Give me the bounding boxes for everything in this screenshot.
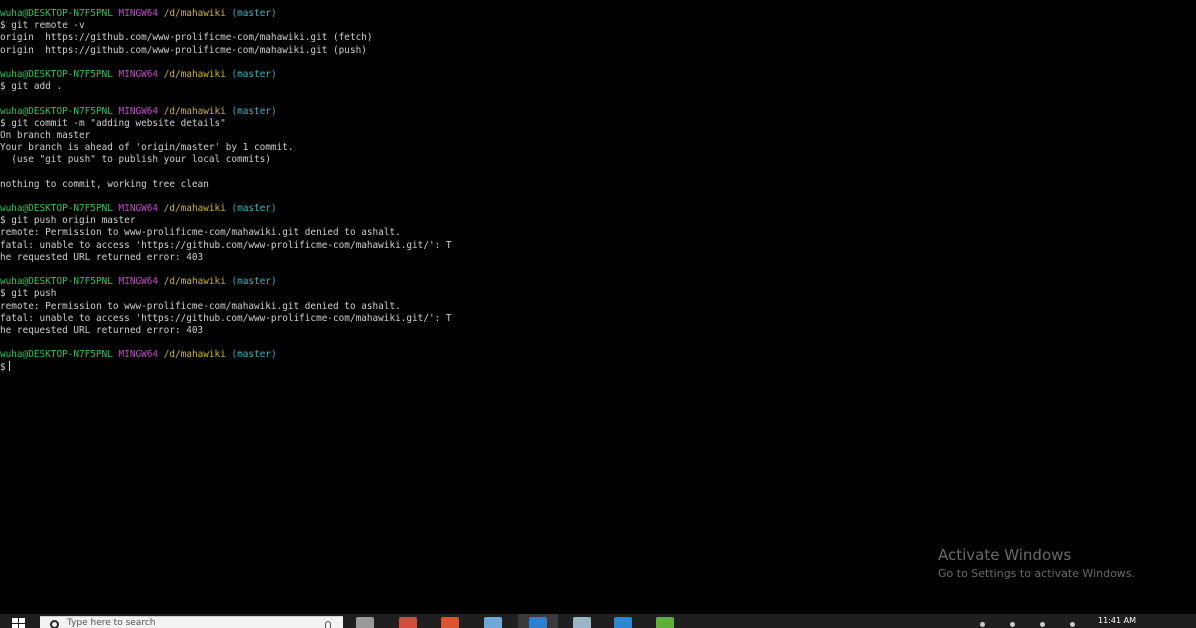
prompt-branch: (master) xyxy=(231,105,277,117)
search-placeholder: Type here to search xyxy=(67,618,156,628)
output-line: origin https://github.com/www-prolificme… xyxy=(0,44,367,56)
prompt-symbol: $ xyxy=(0,362,6,374)
prompt-line: wuha@DESKTOP-N7F5PNL MINGW64 /d/mahawiki… xyxy=(0,69,1196,81)
prompt-branch: (master) xyxy=(231,349,277,361)
explorer-icon[interactable] xyxy=(573,617,591,628)
prompt-user: wuha@DESKTOP-N7F5PNL xyxy=(0,203,113,214)
network-icon[interactable] xyxy=(1010,622,1015,627)
output-line: he requested URL returned error: 403 xyxy=(0,324,204,336)
output-line: $ git commit -m "adding website details" xyxy=(0,117,226,129)
office-icon[interactable] xyxy=(441,617,459,628)
prompt-line: wuha@DESKTOP-N7F5PNL MINGW64 /d/mahawiki… xyxy=(0,203,1196,215)
prompt-system: MINGW64 xyxy=(118,8,159,19)
prompt-user: wuha@DESKTOP-N7F5PNL xyxy=(0,105,113,117)
prompt-path: /d/mahawiki xyxy=(163,276,226,288)
prompt-line: wuha@DESKTOP-N7F5PNL MINGW64 /d/mahawiki… xyxy=(0,276,1196,288)
output-line: remote: Permission to www-prolificme-com… xyxy=(0,300,401,312)
app-green-icon[interactable] xyxy=(656,617,674,628)
output-line: $ git push xyxy=(0,288,57,300)
output-line: fatal: unable to access 'https://github.… xyxy=(0,239,452,251)
prompt-path: /d/mahawiki xyxy=(163,105,226,117)
start-button[interactable] xyxy=(12,618,26,628)
prompt-line: wuha@DESKTOP-N7F5PNL MINGW64 /d/mahawiki… xyxy=(0,8,1196,20)
desktop-screen: wuha@DESKTOP-N7F5PNL MINGW64 /d/mahawiki… xyxy=(0,0,1196,628)
output-line: Your branch is ahead of 'origin/master' … xyxy=(0,142,294,154)
prompt-system: MINGW64 xyxy=(118,68,159,80)
watermark-title: Activate Windows xyxy=(938,546,1072,564)
taskbar-search-box[interactable]: Type here to search xyxy=(40,616,343,628)
prompt-branch: (master) xyxy=(231,276,277,288)
prompt-line: wuha@DESKTOP-N7F5PNL MINGW64 /d/mahawiki… xyxy=(0,106,1196,118)
output-line: $ git add . xyxy=(0,81,63,93)
prompt-branch: (master) xyxy=(231,203,277,214)
output-line: origin https://github.com/www-prolificme… xyxy=(0,32,373,44)
prompt-branch: (master) xyxy=(231,8,277,19)
activate-windows-watermark: Activate Windows Go to Settings to activ… xyxy=(938,545,1135,583)
text-cursor xyxy=(8,361,10,372)
git-bash-terminal[interactable]: wuha@DESKTOP-N7F5PNL MINGW64 /d/mahawiki… xyxy=(0,8,1196,614)
output-line: $ git remote -v xyxy=(0,20,85,32)
language-icon[interactable] xyxy=(1070,622,1075,627)
windows-taskbar: Type here to search 11:41 AM xyxy=(0,614,1196,628)
prompt-path: /d/mahawiki xyxy=(163,8,226,19)
edge-icon[interactable] xyxy=(529,617,547,628)
prompt-system: MINGW64 xyxy=(118,276,159,288)
prompt-path: /d/mahawiki xyxy=(163,203,226,214)
chrome-icon[interactable] xyxy=(399,617,417,628)
output-line: On branch master xyxy=(0,129,91,141)
vscode-icon[interactable] xyxy=(614,617,632,628)
prompt-system: MINGW64 xyxy=(118,349,159,361)
prompt-user: wuha@DESKTOP-N7F5PNL xyxy=(0,8,113,19)
volume-icon[interactable] xyxy=(1040,622,1045,627)
search-icon xyxy=(50,620,59,628)
task-view-icon[interactable] xyxy=(356,617,374,628)
windows-logo-icon xyxy=(12,618,18,623)
system-tray: 11:41 AM xyxy=(960,616,1196,628)
prompt-line: wuha@DESKTOP-N7F5PNL MINGW64 /d/mahawiki… xyxy=(0,349,1196,361)
prompt-path: /d/mahawiki xyxy=(163,349,226,361)
tray-chevron-icon[interactable] xyxy=(980,622,985,627)
prompt-user: wuha@DESKTOP-N7F5PNL xyxy=(0,276,113,288)
microphone-icon[interactable] xyxy=(325,621,331,628)
output-line: fatal: unable to access 'https://github.… xyxy=(0,312,452,324)
prompt-system: MINGW64 xyxy=(118,105,159,117)
command-input-line[interactable]: $ xyxy=(0,361,1196,373)
git-bash-icon[interactable] xyxy=(484,617,502,628)
output-line: remote: Permission to www-prolificme-com… xyxy=(0,227,401,239)
watermark-subtitle: Go to Settings to activate Windows. xyxy=(938,567,1136,580)
prompt-system: MINGW64 xyxy=(118,203,159,214)
taskbar-clock[interactable]: 11:41 AM xyxy=(1098,616,1136,625)
output-line: $ git push origin master xyxy=(0,215,136,227)
prompt-branch: (master) xyxy=(231,68,277,80)
prompt-path: /d/mahawiki xyxy=(163,68,226,80)
output-line: nothing to commit, working tree clean xyxy=(0,178,209,190)
prompt-user: wuha@DESKTOP-N7F5PNL xyxy=(0,68,113,80)
output-line: he requested URL returned error: 403 xyxy=(0,251,204,263)
output-line: (use "git push" to publish your local co… xyxy=(0,154,271,166)
prompt-user: wuha@DESKTOP-N7F5PNL xyxy=(0,349,113,361)
